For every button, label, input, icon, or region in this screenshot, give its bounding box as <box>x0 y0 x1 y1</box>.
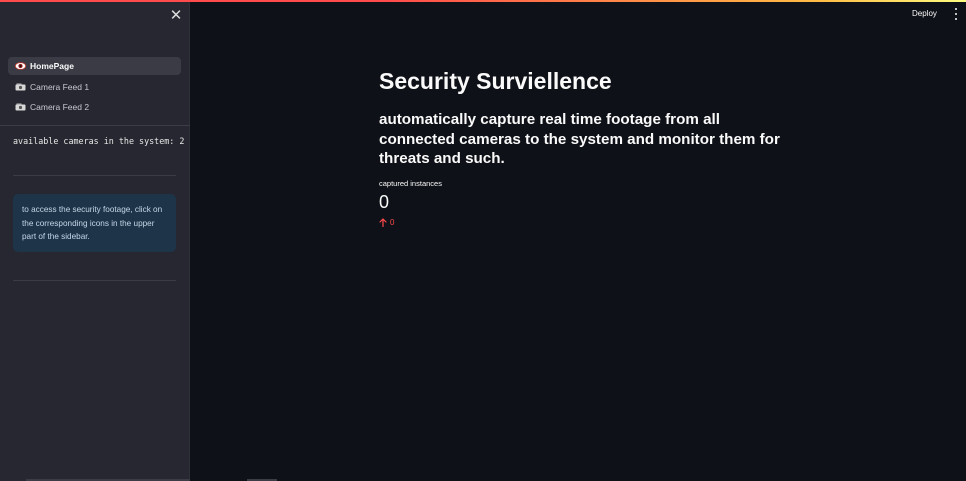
close-sidebar-button[interactable]: ✕ <box>168 8 184 24</box>
sidebar-item-camera-feed-1[interactable]: Camera Feed 1 <box>8 78 181 96</box>
page-title: Security Surviellence <box>379 68 612 94</box>
metric-value: 0 <box>379 192 390 212</box>
camera-count-text: available cameras in the system: 2 <box>13 136 185 146</box>
kebab-dot-icon <box>955 8 957 10</box>
sidebar: ✕ HomePage Camera Feed 1 Camera Feed 2 a… <box>0 0 190 481</box>
sidebar-divider <box>13 280 176 281</box>
metric-label: captured instances <box>379 179 442 188</box>
sidebar-item-label: Camera Feed 1 <box>30 81 90 92</box>
kebab-dot-icon <box>955 18 957 20</box>
kebab-dot-icon <box>955 13 957 15</box>
sidebar-item-homepage[interactable]: HomePage <box>8 57 181 75</box>
sidebar-item-label: HomePage <box>30 61 74 71</box>
page-subtitle: automatically capture real time footage … <box>379 111 780 167</box>
camera-icon <box>15 83 28 91</box>
deploy-button[interactable]: Deploy <box>912 9 937 18</box>
sidebar-nav: HomePage Camera Feed 1 Camera Feed 2 <box>8 57 181 119</box>
arrow-up-icon <box>379 218 387 227</box>
main-menu-button[interactable] <box>952 8 960 20</box>
info-box: to access the security footage, click on… <box>13 194 176 252</box>
close-icon: ✕ <box>169 7 183 24</box>
sidebar-item-camera-feed-2[interactable]: Camera Feed 2 <box>8 98 181 116</box>
eye-icon <box>15 62 28 70</box>
info-text: to access the security footage, click on… <box>22 205 163 241</box>
top-decoration-stripe <box>0 0 966 2</box>
camera-icon <box>15 103 28 111</box>
sidebar-divider <box>0 125 190 126</box>
metric-delta: 0 <box>379 218 394 227</box>
metric-delta-value: 0 <box>390 218 395 227</box>
sidebar-item-label: Camera Feed 2 <box>30 102 90 112</box>
sidebar-divider <box>13 175 176 176</box>
